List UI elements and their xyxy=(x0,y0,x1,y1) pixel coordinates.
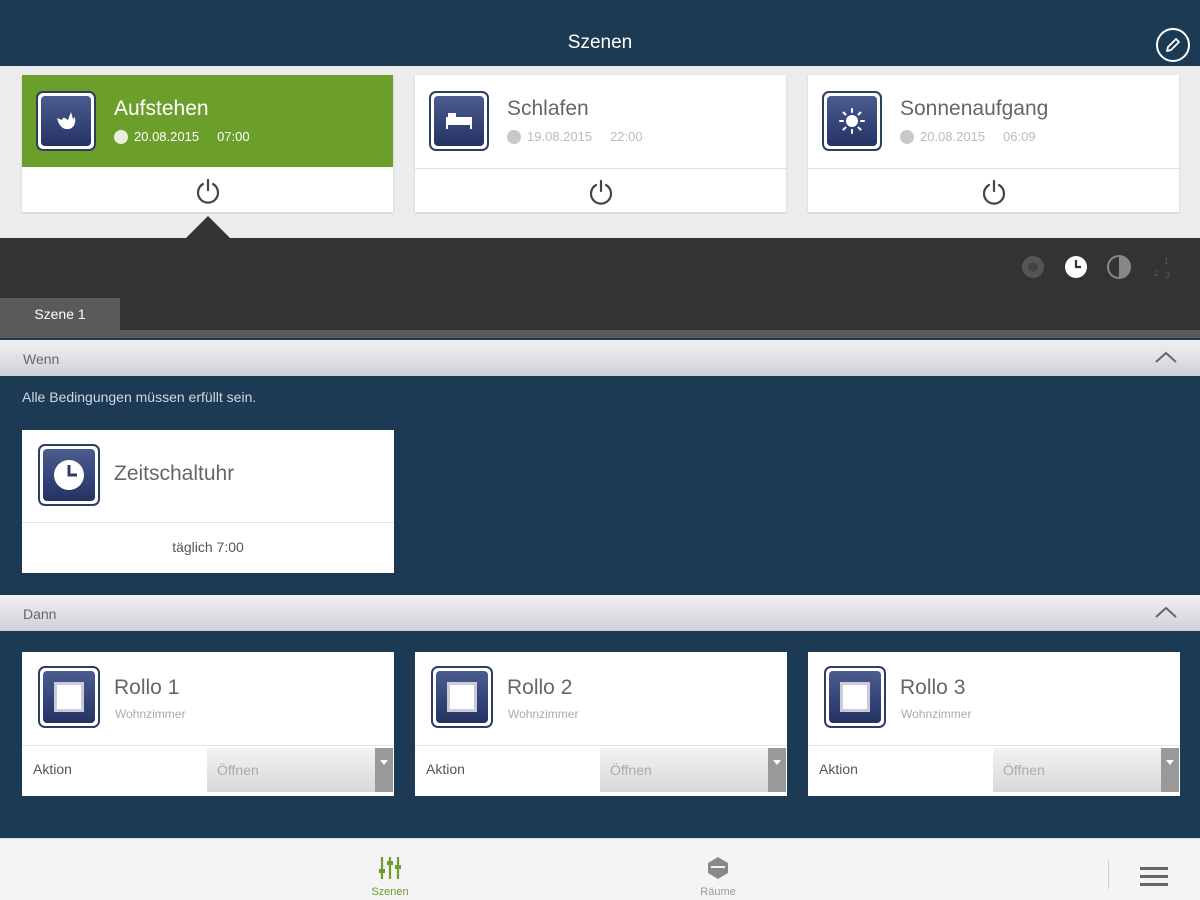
chevron-up-icon[interactable] xyxy=(1154,350,1178,364)
timer-card[interactable]: Zeitschaltuhr täglich 7:00 xyxy=(22,430,394,573)
scene-time: 22:00 xyxy=(610,129,643,144)
blind-icon xyxy=(824,666,886,728)
action-label: Aktion xyxy=(33,761,72,777)
rollo-card[interactable]: Rollo 3 Wohnzimmer Aktion Öffnen xyxy=(808,652,1180,796)
clock-icon xyxy=(507,129,521,144)
scene-date: 20.08.2015 xyxy=(920,129,986,144)
rooms-icon xyxy=(708,857,728,879)
sun-icon xyxy=(822,91,882,151)
clock-icon xyxy=(114,129,128,144)
filter-icons: 1 2 3 xyxy=(1020,254,1190,280)
nav-item-rooms[interactable]: Räume xyxy=(658,839,778,900)
clock-filter-icon[interactable] xyxy=(1063,254,1089,280)
svg-text:1: 1 xyxy=(1164,256,1169,266)
blind-icon xyxy=(38,666,100,728)
scenes-strip: Aufstehen 20.08.2015 07:00 Schlafen 19.0… xyxy=(0,66,1200,238)
bed-icon xyxy=(429,91,489,151)
section-wenn-header[interactable]: Wenn xyxy=(0,340,1200,376)
rollo-card[interactable]: Rollo 1 Wohnzimmer Aktion Öffnen xyxy=(22,652,394,796)
nav-label: Szenen xyxy=(371,886,409,898)
device-room: Wohnzimmer xyxy=(508,707,579,721)
timer-schedule: täglich 7:00 xyxy=(22,522,394,573)
menu-icon[interactable] xyxy=(1140,867,1168,887)
condition-note: Alle Bedingungen müssen erfüllt sein. xyxy=(22,389,257,405)
half-circle-filter-icon[interactable] xyxy=(1106,254,1132,280)
action-value: Öffnen xyxy=(610,762,652,778)
section-label: Dann xyxy=(23,606,57,622)
action-select[interactable]: Öffnen xyxy=(993,748,1179,792)
device-name: Rollo 2 xyxy=(507,676,573,699)
nav-item-scenes[interactable]: Szenen xyxy=(330,839,450,900)
scene-name: Sonnenaufgang xyxy=(900,97,1049,120)
rollo-card[interactable]: Rollo 2 Wohnzimmer Aktion Öffnen xyxy=(415,652,787,796)
scene-time: 06:09 xyxy=(1003,129,1036,144)
scene-date: 19.08.2015 xyxy=(527,129,593,144)
timer-name: Zeitschaltuhr xyxy=(114,462,235,485)
power-icon[interactable] xyxy=(587,178,615,206)
tab-scene-1[interactable]: Szene 1 xyxy=(0,298,120,330)
scene-date: 20.08.2015 xyxy=(134,129,200,144)
device-room: Wohnzimmer xyxy=(901,707,972,721)
scene-card-aufstehen[interactable]: Aufstehen 20.08.2015 07:00 xyxy=(22,75,393,212)
nav-label: Räume xyxy=(700,886,736,898)
action-select[interactable]: Öffnen xyxy=(600,748,786,792)
section-label: Wenn xyxy=(23,351,60,367)
device-room: Wohnzimmer xyxy=(115,707,186,721)
nav-divider xyxy=(1108,861,1109,889)
action-value: Öffnen xyxy=(217,762,259,778)
blind-icon xyxy=(431,666,493,728)
record-filter-icon[interactable] xyxy=(1020,254,1046,280)
tab-underline xyxy=(0,330,1200,338)
action-label: Aktion xyxy=(426,761,465,777)
device-name: Rollo 3 xyxy=(900,676,966,699)
selection-pointer xyxy=(186,216,230,238)
app-header: Szenen xyxy=(0,0,1200,66)
scene-name: Schlafen xyxy=(507,97,589,120)
scene-time: 07:00 xyxy=(217,129,250,144)
sliders-icon xyxy=(379,857,401,879)
action-select[interactable]: Öffnen xyxy=(207,748,393,792)
action-label: Aktion xyxy=(819,761,858,777)
scene-card-sonnenaufgang[interactable]: Sonnenaufgang 20.08.2015 06:09 xyxy=(808,75,1179,212)
dropdown-arrow-icon[interactable] xyxy=(375,748,393,792)
power-icon[interactable] xyxy=(194,177,222,205)
steps-filter-icon[interactable]: 1 2 3 xyxy=(1150,254,1176,280)
rooster-icon xyxy=(36,91,96,151)
chevron-up-icon[interactable] xyxy=(1154,605,1178,619)
svg-text:2: 2 xyxy=(1154,268,1159,278)
clock-icon xyxy=(38,444,100,506)
scene-name: Aufstehen xyxy=(114,97,209,120)
bottom-navigation: Szenen Räume xyxy=(0,838,1200,900)
svg-text:3: 3 xyxy=(1165,270,1170,280)
section-dann-header[interactable]: Dann xyxy=(0,595,1200,631)
scene-detail-bar xyxy=(0,238,1200,330)
page-title: Szenen xyxy=(567,32,633,53)
dropdown-arrow-icon[interactable] xyxy=(1161,748,1179,792)
action-value: Öffnen xyxy=(1003,762,1045,778)
edit-button[interactable] xyxy=(1156,28,1190,62)
pencil-icon xyxy=(1166,38,1180,52)
power-icon[interactable] xyxy=(980,178,1008,206)
dropdown-arrow-icon[interactable] xyxy=(768,748,786,792)
scene-card-schlafen[interactable]: Schlafen 19.08.2015 22:00 xyxy=(415,75,786,212)
device-name: Rollo 1 xyxy=(114,676,180,699)
half-sun-icon xyxy=(900,129,914,144)
